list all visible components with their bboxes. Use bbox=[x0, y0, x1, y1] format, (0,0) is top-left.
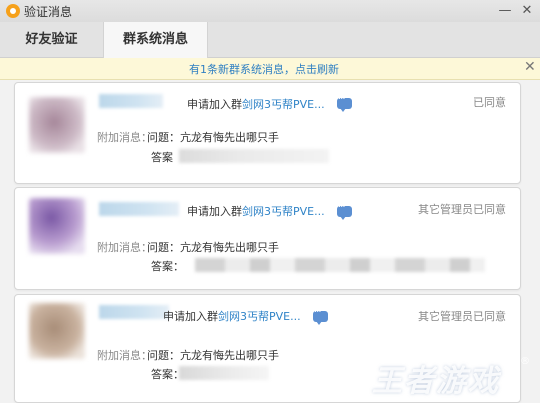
question-label: 问题： bbox=[147, 241, 180, 254]
request-text: 申请加入群剑网3丐帮PVE... bbox=[187, 96, 325, 112]
status-badge: 其它管理员已同意 bbox=[418, 310, 506, 323]
request-card: 申请加入群剑网3丐帮PVE... 其它管理员已同意 附加消息： 问题：亢龙有悔先… bbox=[14, 187, 521, 290]
avatar[interactable] bbox=[29, 97, 85, 153]
avatar[interactable] bbox=[29, 303, 85, 359]
requester-name[interactable] bbox=[99, 94, 163, 108]
request-card: 申请加入群剑网3丐帮PVE... 已同意 附加消息： 问题：亢龙有悔先出哪只手 … bbox=[14, 82, 521, 184]
chat-bubble-more-icon[interactable] bbox=[337, 94, 352, 112]
answer-value bbox=[195, 258, 485, 272]
extra-message-label: 附加消息： bbox=[97, 241, 152, 254]
tab-friend-verification[interactable]: 好友验证 bbox=[0, 22, 103, 57]
question-text: 亢龙有悔先出哪只手 bbox=[180, 349, 279, 362]
answer-label: 答案 bbox=[151, 151, 173, 164]
group-name-link[interactable]: 剑网3丐帮PVE... bbox=[242, 205, 325, 218]
title-bar: 验证消息 — ✕ bbox=[0, 0, 540, 22]
question-line: 问题：亢龙有悔先出哪只手 bbox=[147, 347, 279, 363]
requester-name[interactable] bbox=[99, 202, 179, 216]
tab-bar: 好友验证 群系统消息 bbox=[0, 22, 540, 58]
request-action: 申请加入群 bbox=[187, 98, 242, 111]
registered-mark: ® bbox=[520, 356, 530, 367]
group-name-link[interactable]: 剑网3丐帮PVE... bbox=[242, 98, 325, 111]
minimize-button[interactable]: — bbox=[496, 2, 514, 20]
avatar[interactable] bbox=[29, 198, 85, 254]
answer-value bbox=[179, 366, 269, 380]
requester-name[interactable] bbox=[99, 305, 169, 319]
notice-close-icon[interactable]: ✕ bbox=[524, 59, 536, 75]
window-title: 验证消息 bbox=[24, 5, 73, 19]
question-line: 问题：亢龙有悔先出哪只手 bbox=[147, 129, 279, 145]
request-text: 申请加入群剑网3丐帮PVE... bbox=[187, 203, 325, 219]
question-label: 问题： bbox=[147, 349, 180, 362]
request-action: 申请加入群 bbox=[163, 310, 218, 323]
chat-bubble-more-icon[interactable] bbox=[337, 202, 352, 220]
close-button[interactable]: ✕ bbox=[518, 2, 536, 20]
chat-bubble-more-icon[interactable] bbox=[313, 307, 328, 325]
extra-message-label: 附加消息： bbox=[97, 131, 152, 144]
app-logo-icon bbox=[6, 4, 20, 18]
new-message-notice[interactable]: 有1条新群系统消息，点击刷新 ✕ bbox=[0, 58, 540, 80]
watermark-logo: 王者游戏 bbox=[372, 364, 500, 399]
extra-message-label: 附加消息： bbox=[97, 349, 152, 362]
question-text: 亢龙有悔先出哪只手 bbox=[180, 241, 279, 254]
answer-label: 答案： bbox=[151, 260, 184, 273]
notice-text[interactable]: 有1条新群系统消息，点击刷新 bbox=[0, 61, 528, 77]
tab-group-system-messages[interactable]: 群系统消息 bbox=[103, 22, 208, 58]
status-badge: 其它管理员已同意 bbox=[418, 203, 506, 216]
request-action: 申请加入群 bbox=[187, 205, 242, 218]
answer-value bbox=[179, 149, 329, 163]
question-text: 亢龙有悔先出哪只手 bbox=[180, 131, 279, 144]
group-name-link[interactable]: 剑网3丐帮PVE... bbox=[218, 310, 301, 323]
request-text: 申请加入群剑网3丐帮PVE... bbox=[163, 308, 301, 324]
status-badge: 已同意 bbox=[473, 96, 506, 109]
question-label: 问题： bbox=[147, 131, 180, 144]
question-line: 问题：亢龙有悔先出哪只手 bbox=[147, 239, 279, 255]
